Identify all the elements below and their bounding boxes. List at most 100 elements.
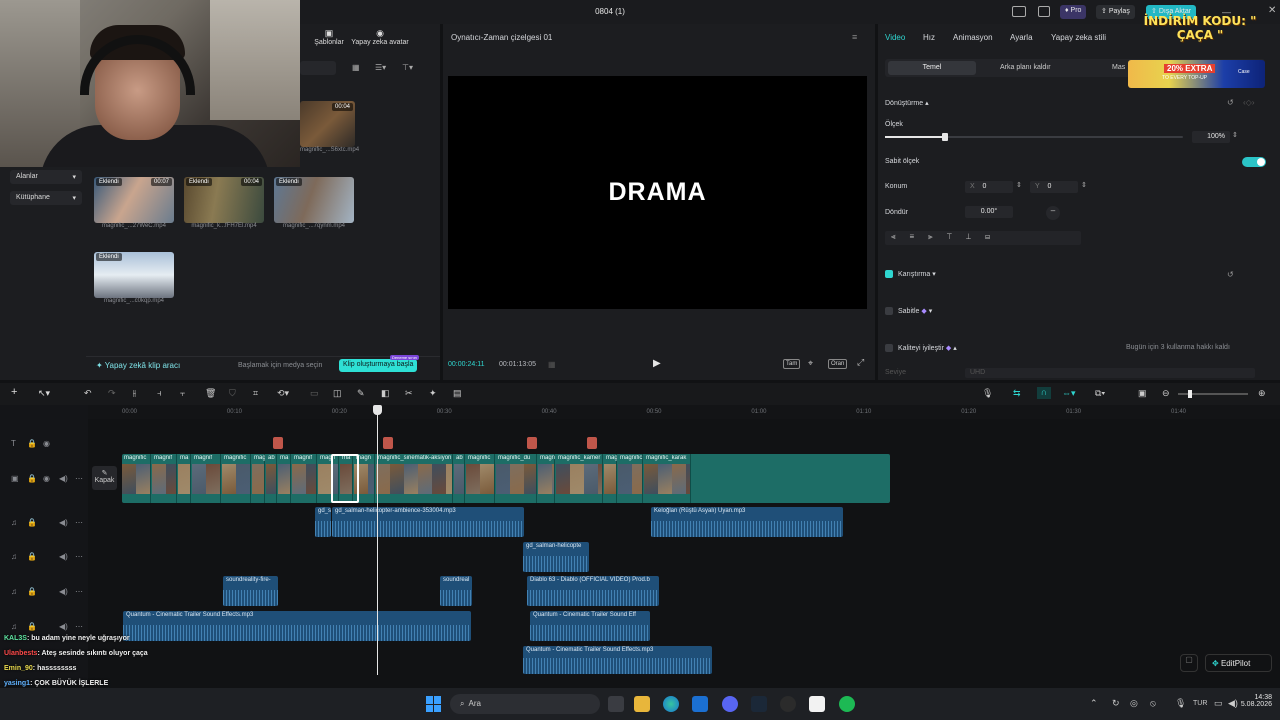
editpilot-button[interactable]: ✥ EditPilot — [1205, 654, 1272, 672]
more-icon[interactable]: ⋯ — [75, 518, 83, 527]
more-icon[interactable]: ⋯ — [75, 474, 83, 483]
more-icon[interactable]: ⋯ — [75, 587, 83, 596]
mic-icon[interactable]: 🎙 — [1175, 698, 1186, 709]
eye-icon[interactable]: ◉ — [43, 439, 50, 448]
transform-tool-icon[interactable]: ⟲▾ — [277, 388, 289, 399]
monitor-icon[interactable] — [1038, 6, 1050, 17]
align-toolbar[interactable]: ⫷≡⫸⊤⊥⊟ — [885, 231, 1081, 245]
audio-clip[interactable]: soundreality-fire- — [223, 576, 278, 606]
chevron-up-icon[interactable]: ⌃ — [1090, 698, 1098, 709]
lock-icon[interactable]: 🔒 — [27, 552, 37, 561]
tab-ai-avatar[interactable]: ◉ Yapay zeka avatar — [350, 28, 410, 46]
blend-section[interactable]: Karıştırma ▾ — [898, 270, 936, 278]
split-left-icon[interactable]: ⫞ — [157, 388, 162, 399]
split-right-icon[interactable]: ⫟ — [180, 388, 185, 399]
sidebar-item-spaces[interactable]: Alanlar ▾ — [10, 170, 82, 184]
magnet-icon[interactable]: ∩ — [1037, 387, 1051, 399]
blend-checkbox[interactable] — [885, 270, 893, 278]
lock-icon[interactable]: 🔒 — [27, 622, 37, 631]
layout-icon[interactable] — [1012, 6, 1026, 17]
feedback-icon[interactable]: ▢ — [1180, 654, 1198, 672]
tab-animation[interactable]: Animasyon — [953, 33, 993, 42]
vpn-icon[interactable] — [692, 696, 708, 712]
spotify-icon[interactable] — [839, 696, 855, 712]
level-select[interactable]: UHD — [965, 368, 1255, 378]
playhead[interactable] — [377, 405, 378, 675]
subtab-remove-bg[interactable]: Arka planı kaldır — [1000, 64, 1051, 76]
zoom-in-icon[interactable]: ⊕ — [1258, 388, 1266, 399]
speaker-icon[interactable]: ◀) — [59, 587, 68, 596]
more-icon[interactable]: ⋯ — [75, 622, 83, 631]
lock-icon[interactable]: 🔒 — [27, 587, 37, 596]
frame-icon[interactable]: ▭ — [310, 388, 319, 399]
crop-icon[interactable]: ⌗ — [253, 388, 258, 399]
video-clip-segment[interactable]: ma — [178, 454, 191, 503]
tab-ai-style[interactable]: Yapay zeka stili — [1051, 33, 1106, 42]
audio-clip[interactable]: Quantum - Cinematic Trailer Sound Eff — [530, 611, 650, 641]
menu-icon[interactable]: ≡ — [852, 32, 857, 42]
rotate-dial-icon[interactable]: – — [1046, 206, 1060, 220]
windows-start-icon[interactable] — [426, 696, 442, 712]
media-clip[interactable]: Eklendi magnific_...7qynm.mp4 — [274, 177, 354, 229]
reset-icon[interactable]: ↺ — [1227, 98, 1234, 107]
lock-icon[interactable]: 🔒 — [27, 518, 37, 527]
focus-icon[interactable]: ⌖ — [808, 358, 813, 369]
speaker-icon[interactable]: ◀) — [59, 622, 68, 631]
shield-icon[interactable]: ⛉ — [229, 388, 236, 399]
magic-icon[interactable]: ✦ — [429, 388, 437, 399]
mirror-icon[interactable]: ◧ — [381, 388, 390, 399]
ratio-button[interactable]: Oran — [828, 359, 848, 369]
media-clip[interactable]: Eklendi 00:04 magnific_k...fFH7El.mp4 — [184, 177, 264, 229]
capcut-icon[interactable] — [809, 696, 825, 712]
video-clip-segment[interactable]: mag — [604, 454, 617, 503]
video-clip-segment[interactable]: magnif — [152, 454, 177, 503]
ai-clip-tool[interactable]: ✦ Yapay zekâ klip aracı — [96, 361, 180, 370]
audio-clip[interactable]: gd_s — [315, 507, 331, 537]
delete-icon[interactable]: 🗑 — [205, 388, 216, 399]
steam-tray-icon[interactable]: ◎ — [1130, 698, 1138, 709]
pos-y-input[interactable]: Y 0 — [1030, 181, 1078, 193]
timeline-marker[interactable] — [273, 437, 283, 449]
language-indicator[interactable]: TUR — [1193, 700, 1207, 707]
video-clip-segment[interactable]: magnific_du — [496, 454, 537, 503]
ai-cut-icon[interactable]: ✂ — [405, 388, 413, 399]
edge-icon[interactable] — [663, 696, 679, 712]
preview-axis-icon[interactable]: ⧉▾ — [1095, 388, 1105, 399]
redo-icon[interactable]: ↷ — [108, 388, 116, 399]
lock-icon[interactable]: 🔒 — [27, 439, 37, 448]
share-button[interactable]: ⇪ Paylaş — [1096, 5, 1135, 19]
stepper-icon[interactable]: ⇕ — [1016, 181, 1022, 189]
play-icon[interactable]: ▶ — [653, 358, 661, 369]
sidebar-item-library[interactable]: Kütüphane ▾ — [10, 191, 82, 205]
audio-clip[interactable]: Diablo 63 - Diablo (OFFICIAL VIDEO) Prod… — [527, 576, 659, 606]
fullscreen-icon[interactable]: ⤢ — [857, 357, 864, 368]
link-icon[interactable]: ⇆ — [1013, 388, 1021, 399]
main-video-track[interactable]: magnific magnif ma magnif magnific mag ab ma mag… — [122, 454, 890, 503]
obs-icon[interactable] — [780, 696, 796, 712]
cursor-icon[interactable]: ↖▾ — [38, 388, 50, 399]
scale-value-input[interactable]: 100% — [1192, 131, 1230, 143]
add-icon[interactable]: + — [11, 386, 17, 398]
video-clip-segment[interactable]: ab — [454, 454, 465, 503]
subtab-basic[interactable]: Temel — [888, 61, 976, 75]
enhance-section[interactable]: Kaliteyi iyileştir ◆ ▴ — [898, 344, 957, 352]
zoom-slider[interactable] — [1178, 390, 1248, 398]
subtitle-icon[interactable]: ▤ — [453, 388, 462, 399]
task-view-icon[interactable] — [608, 696, 624, 712]
tab-templates[interactable]: ▣ Şablonlar — [312, 28, 346, 46]
video-clip-segment[interactable]: magnif — [192, 454, 221, 503]
speaker-icon[interactable]: ◀) — [59, 552, 68, 561]
reset-icon[interactable]: ↺ — [1227, 270, 1234, 279]
media-clip[interactable]: Eklendi 00:07 magnific_...27WeC.mp4 — [94, 177, 174, 229]
timeline-marker[interactable] — [587, 437, 597, 449]
audio-clip[interactable]: soundreal — [440, 576, 472, 606]
media-clip[interactable]: 00:04 magnific_...S6xtc.mp4 — [300, 101, 359, 153]
pos-x-input[interactable]: X 0 — [965, 181, 1013, 193]
video-clip-segment[interactable]: magnific_karak — [644, 454, 691, 503]
network-icon[interactable]: ▭ — [1214, 698, 1223, 709]
clock[interactable]: 14:38 5.08.2026 — [1240, 694, 1272, 708]
timecode-grid-icon[interactable]: ▦ — [548, 360, 556, 369]
audio-clip[interactable]: gd_salman-helicopter-ambience-353004.mp3 — [332, 507, 524, 537]
freeze-icon[interactable]: ◫ — [333, 388, 342, 399]
timeline-marker[interactable] — [383, 437, 393, 449]
